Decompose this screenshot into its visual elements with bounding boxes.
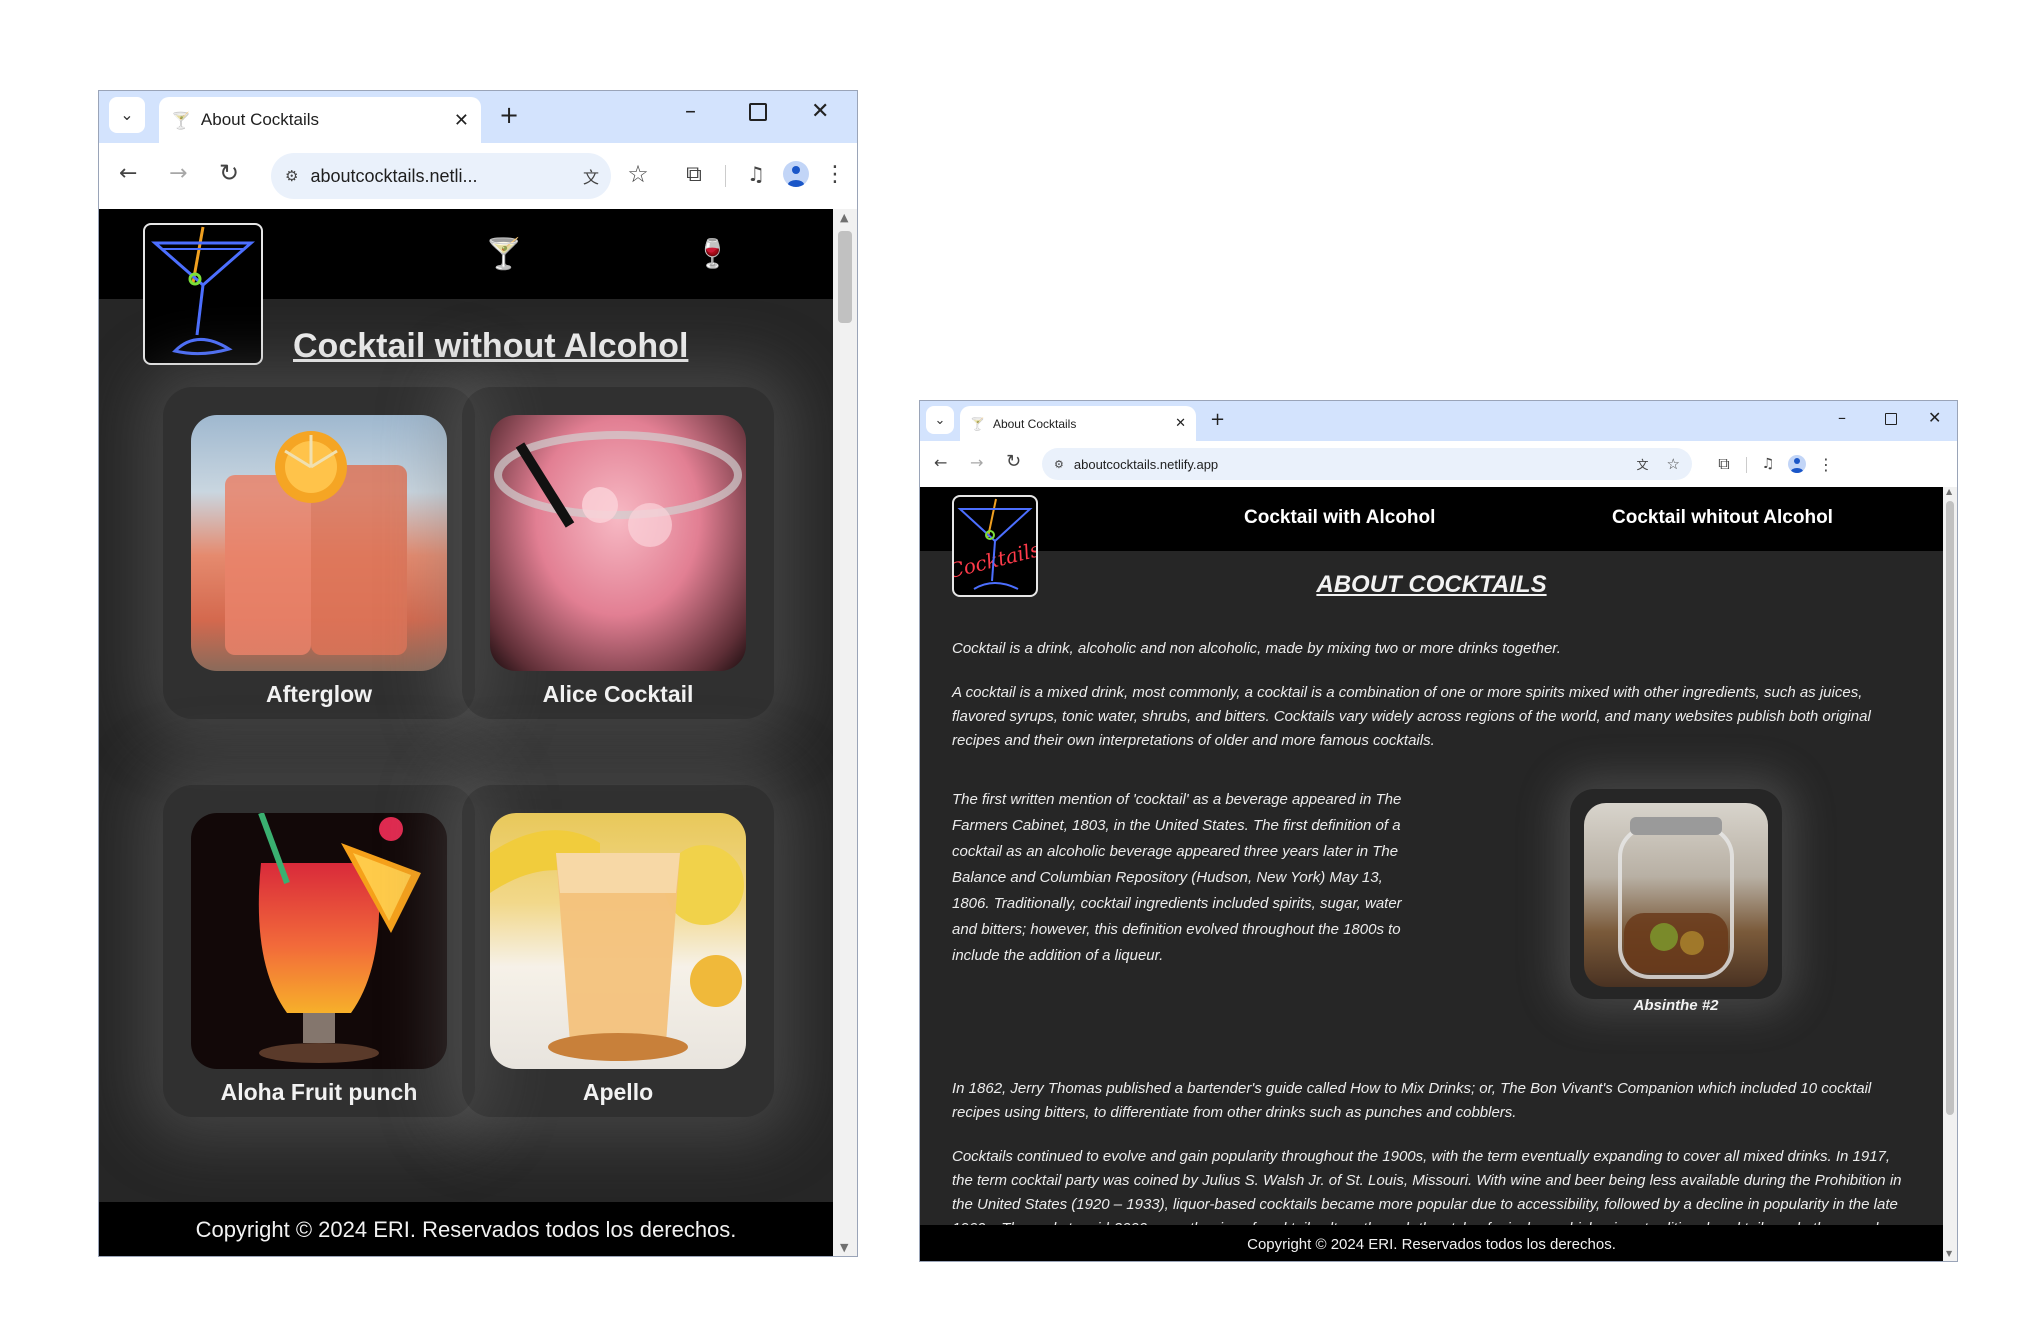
- cocktail-card[interactable]: Aloha Fruit punch: [163, 785, 475, 1123]
- card-caption: Apello: [582, 1079, 654, 1105]
- scroll-up-arrow-icon[interactable]: ▲: [1946, 487, 1952, 496]
- toolbar-divider: [725, 165, 726, 187]
- scroll-up-arrow-icon[interactable]: ▲: [840, 211, 848, 224]
- browser-window-left: ⌄ 🍸 About Cocktails ✕ + – ✕ ← → ↻ ⚙ abou…: [98, 90, 858, 1257]
- site-footer: Copyright © 2024 ERI. Reservados todos l…: [920, 1225, 1943, 1261]
- forward-button[interactable]: →: [970, 453, 983, 472]
- chevron-down-icon: ⌄: [934, 412, 946, 427]
- toolbar-divider: [1746, 457, 1747, 473]
- site-settings-icon[interactable]: ⚙: [285, 167, 298, 185]
- paragraph-intro: Cocktail is a drink, alcoholic and non a…: [952, 640, 1561, 657]
- card-caption: Aloha Fruit punch: [220, 1079, 418, 1105]
- new-tab-button[interactable]: +: [499, 101, 519, 129]
- media-controls-icon[interactable]: ♫: [1758, 453, 1778, 475]
- address-bar[interactable]: ⚙ aboutcocktails.netli... 文: [271, 153, 611, 199]
- cocktail-card[interactable]: Apello: [462, 785, 774, 1123]
- minimize-button[interactable]: –: [685, 99, 696, 124]
- browser-toolbar: ← → ↻ ⚙ aboutcocktails.netli... 文 ☆ ☆ ⧉ …: [99, 143, 857, 209]
- tab-about-cocktails[interactable]: 🍸 About Cocktails ✕: [960, 406, 1196, 441]
- close-window-button[interactable]: ✕: [811, 99, 829, 124]
- vertical-scrollbar[interactable]: ▲ ▼: [833, 209, 857, 1256]
- tab-about-cocktails[interactable]: 🍸 About Cocktails ✕: [159, 97, 481, 143]
- bookmark-star-icon[interactable]: ☆: [625, 159, 651, 189]
- close-window-button[interactable]: ✕: [1928, 408, 1941, 427]
- extensions-icon[interactable]: ⧉: [1714, 453, 1734, 475]
- apello-photo: [490, 813, 746, 1069]
- card-caption: Alice Cocktail: [542, 681, 694, 707]
- url-text: aboutcocktails.netli...: [310, 165, 478, 186]
- site-logo[interactable]: [143, 223, 263, 365]
- more-menu-icon[interactable]: ⋮: [1818, 453, 1834, 475]
- nav-link-cocktail-with-alcohol[interactable]: Cocktail with Alcohol: [1244, 507, 1435, 529]
- card-caption: Afterglow: [265, 681, 373, 707]
- browser-toolbar: ← → ↻ ⚙ aboutcocktails.netlify.app 文 ☆ ⧉…: [920, 441, 1957, 487]
- back-button[interactable]: ←: [934, 453, 947, 472]
- forward-button[interactable]: →: [169, 161, 187, 186]
- page-heading[interactable]: Cocktail without Alcohol: [293, 327, 688, 366]
- close-icon[interactable]: ✕: [1175, 416, 1186, 431]
- tab-search-button[interactable]: ⌄: [109, 97, 145, 133]
- paragraph-definition: A cocktail is a mixed drink, most common…: [952, 684, 1871, 749]
- alice-cocktail-photo: [490, 415, 746, 671]
- paragraph-history: The first written mention of 'cocktail' …: [952, 791, 1402, 964]
- url-text: aboutcocktails.netlify.app: [1073, 456, 1219, 472]
- maximize-button[interactable]: [1885, 413, 1897, 425]
- aloha-fruit-punch-photo: [191, 813, 447, 1069]
- absinthe-photo: [1584, 803, 1768, 987]
- translate-icon[interactable]: 文: [583, 164, 599, 188]
- cocktail-card[interactable]: Alice Cocktail: [462, 387, 774, 725]
- tab-title: About Cocktails: [992, 416, 1077, 431]
- figure-absinthe: Absinthe #2: [1584, 803, 1768, 1015]
- figure-caption: Absinthe #2: [1633, 997, 1719, 1014]
- neon-martini-logo: [151, 226, 255, 356]
- page-viewport: Cocktails Cocktail with Alcohol Cocktail…: [920, 487, 1943, 1261]
- more-menu-icon[interactable]: ⋮: [824, 159, 846, 189]
- media-controls-icon[interactable]: ♫: [743, 159, 769, 189]
- maximize-button[interactable]: [749, 103, 767, 121]
- cocktail-favicon-icon: 🍸: [171, 110, 191, 130]
- profile-avatar[interactable]: [783, 161, 809, 187]
- profile-avatar[interactable]: [1788, 455, 1806, 473]
- scroll-thumb[interactable]: [838, 231, 852, 323]
- afterglow-photo: [191, 415, 447, 671]
- vertical-scrollbar[interactable]: ▲ ▼: [1943, 487, 1957, 1261]
- wine-glass-icon[interactable]: 🍷: [695, 237, 730, 270]
- site-footer: Copyright © 2024 ERI. Reservados todos l…: [99, 1202, 833, 1256]
- scroll-down-arrow-icon[interactable]: ▼: [1946, 1249, 1952, 1258]
- cocktail-card[interactable]: Afterglow: [163, 387, 475, 725]
- back-button[interactable]: ←: [119, 161, 137, 186]
- close-icon[interactable]: ✕: [454, 110, 469, 131]
- tab-title: About Cocktails: [200, 110, 320, 129]
- bookmark-star-icon[interactable]: ☆: [1667, 455, 1680, 473]
- new-tab-button[interactable]: +: [1210, 409, 1225, 430]
- cocktail-favicon-icon: 🍸: [970, 416, 985, 431]
- chevron-down-icon: ⌄: [120, 107, 134, 124]
- reload-button[interactable]: ↻: [1006, 451, 1021, 472]
- site-settings-icon[interactable]: ⚙: [1054, 458, 1064, 471]
- reload-button[interactable]: ↻: [219, 159, 239, 187]
- address-bar[interactable]: ⚙ aboutcocktails.netlify.app 文 ☆: [1042, 448, 1692, 480]
- tab-strip: ⌄ 🍸 About Cocktails ✕ + – ✕: [920, 401, 1957, 441]
- nav-link-cocktail-without-alcohol[interactable]: Cocktail whitout Alcohol: [1612, 507, 1833, 529]
- tab-strip: ⌄ 🍸 About Cocktails ✕ + – ✕: [99, 91, 857, 143]
- scroll-down-arrow-icon[interactable]: ▼: [840, 1241, 848, 1254]
- paragraph-jerry-thomas: In 1862, Jerry Thomas published a barten…: [952, 1080, 1872, 1121]
- tab-search-button[interactable]: ⌄: [926, 406, 954, 434]
- scroll-thumb[interactable]: [1946, 501, 1954, 1115]
- minimize-button[interactable]: –: [1838, 408, 1846, 427]
- translate-icon[interactable]: 文: [1637, 456, 1649, 473]
- page-viewport: 🍸 🍷 Cocktail without Alcohol Afterglow A…: [99, 209, 833, 1256]
- martini-glass-icon[interactable]: 🍸: [485, 237, 522, 272]
- page-heading: ABOUT COCKTAILS: [1316, 571, 1547, 598]
- browser-window-right: ⌄ 🍸 About Cocktails ✕ + – ✕ ← → ↻ ⚙ abou…: [919, 400, 1958, 1262]
- extensions-icon[interactable]: ⧉: [681, 159, 707, 189]
